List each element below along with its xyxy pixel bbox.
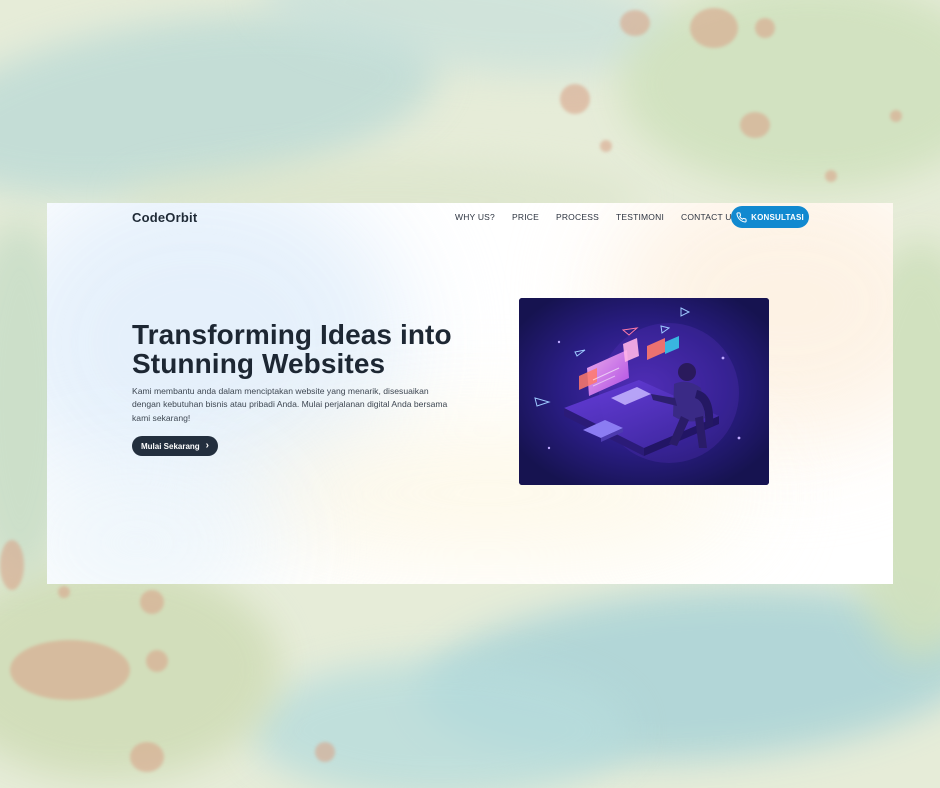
nav-menu: WHY US? PRICE PROCESS TESTIMONI CONTACT … [455,212,754,222]
hero-title-line1: Transforming Ideas into [132,319,452,350]
navbar: CodeOrbit WHY US? PRICE PROCESS TESTIMON… [47,203,893,233]
chevron-right-icon: › [205,440,210,451]
website-preview: CodeOrbit WHY US? PRICE PROCESS TESTIMON… [47,203,893,584]
developer-workstation-illustration [519,298,769,485]
hero-description: Kami membantu anda dalam menciptakan web… [132,386,448,423]
nav-item-testimoni[interactable]: TESTIMONI [616,212,664,222]
konsultasi-label: KONSULTASI [751,212,804,222]
mulai-sekarang-label: Mulai Sekarang [140,441,200,451]
nav-item-why-us[interactable]: WHY US? [455,212,495,222]
nav-item-process[interactable]: PROCESS [556,212,599,222]
phone-icon [736,211,747,223]
brand-logo[interactable]: CodeOrbit [132,210,197,225]
hero-title: Transforming Ideas into Stunning Website… [132,320,452,378]
mulai-sekarang-button[interactable]: Mulai Sekarang › [132,436,218,456]
nav-item-price[interactable]: PRICE [512,212,539,222]
nav-item-contact-us[interactable]: CONTACT US [681,212,737,222]
hero-title-line2: Stunning Websites [132,348,386,379]
konsultasi-button[interactable]: KONSULTASI [731,206,809,228]
